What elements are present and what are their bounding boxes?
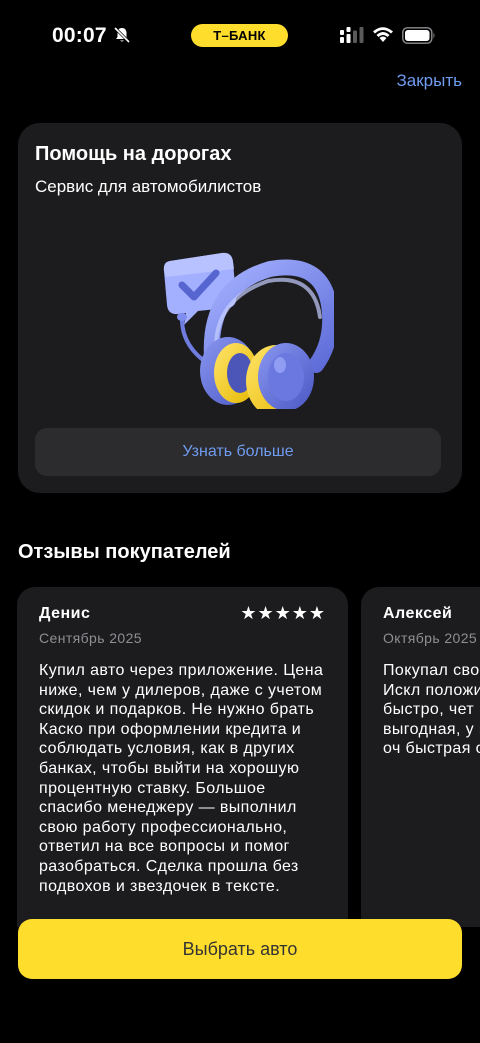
battery-icon xyxy=(402,27,435,44)
review-date: Октябрь 2025 xyxy=(383,630,478,646)
promo-title: Помощь на дорогах xyxy=(35,143,232,165)
wifi-icon xyxy=(373,27,393,42)
review-text: Покупал сво через серви Банке. Искл поло… xyxy=(383,662,480,758)
review-card: Денис Сентябрь 2025 ★★★★★ Купил авто чер… xyxy=(17,587,348,927)
review-text: Купил авто через приложение. Цена ниже, … xyxy=(39,662,324,895)
headphones-checkmark-icon xyxy=(163,252,334,409)
bell-slash-icon xyxy=(113,26,131,44)
reviewer-name: Алексей xyxy=(383,605,453,622)
star-rating: ★★★★★ xyxy=(240,603,326,623)
status-time: 00:07 xyxy=(52,24,107,47)
promo-subtitle: Сервис для автомобилистов xyxy=(35,177,262,196)
learn-more-button[interactable]: Узнать больше xyxy=(35,428,441,476)
bank-badge: Т–БАНК xyxy=(191,24,288,47)
cellular-signal-icon xyxy=(340,27,364,43)
reviews-heading: Отзывы покупателей xyxy=(18,541,231,563)
close-link[interactable]: Закрыть xyxy=(397,71,462,91)
choose-car-button[interactable]: Выбрать авто xyxy=(18,919,462,979)
reviews-carousel[interactable]: Денис Сентябрь 2025 ★★★★★ Купил авто чер… xyxy=(0,587,480,927)
status-bar: 00:07 Т–БАНК xyxy=(0,0,480,70)
review-date: Сентябрь 2025 xyxy=(39,630,142,646)
reviewer-name: Денис xyxy=(39,605,91,622)
promo-card: Помощь на дорогах Сервис для автомобилис… xyxy=(18,123,462,493)
review-card: Алексей Октябрь 2025 ★★★★★ Покупал сво ч… xyxy=(361,587,480,927)
